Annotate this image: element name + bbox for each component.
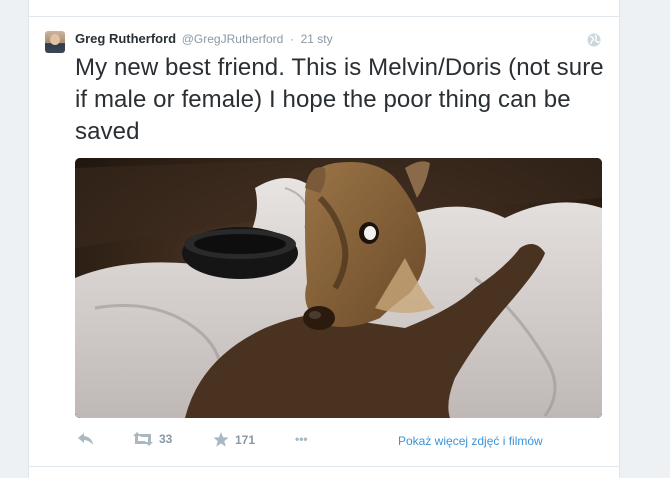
reply-button[interactable]: [77, 432, 95, 446]
tweet-text: My new best friend. This is Melvin/Doris…: [75, 54, 604, 145]
author-name[interactable]: Greg Rutherford: [75, 31, 176, 46]
header-separator: ·: [289, 32, 294, 46]
tweet-card[interactable]: Greg Rutherford @GregJRutherford · 21 st…: [28, 0, 620, 478]
divider-top: [29, 16, 619, 17]
retweet-count: 33: [159, 432, 173, 446]
star-icon: [213, 432, 229, 447]
avatar[interactable]: [45, 31, 65, 53]
deer-photo: [75, 158, 602, 418]
tweet-photo[interactable]: [75, 158, 602, 418]
more-button[interactable]: •••: [295, 432, 308, 446]
more-icon: •••: [295, 432, 308, 446]
divider-bottom: [29, 466, 619, 467]
show-more-media-link[interactable]: Pokaż więcej zdjęć i filmów: [398, 434, 543, 448]
tweet-timestamp[interactable]: 21 sty: [301, 32, 333, 46]
reply-icon: [78, 433, 93, 445]
favorite-count: 171: [235, 432, 256, 447]
tweet-header: Greg Rutherford @GregJRutherford · 21 st…: [75, 31, 333, 47]
globe-icon: [587, 33, 601, 47]
retweet-button[interactable]: 33: [133, 432, 172, 446]
retweet-icon: [133, 432, 153, 446]
author-handle[interactable]: @GregJRutherford: [182, 32, 284, 46]
favorite-button[interactable]: 171: [213, 432, 255, 447]
